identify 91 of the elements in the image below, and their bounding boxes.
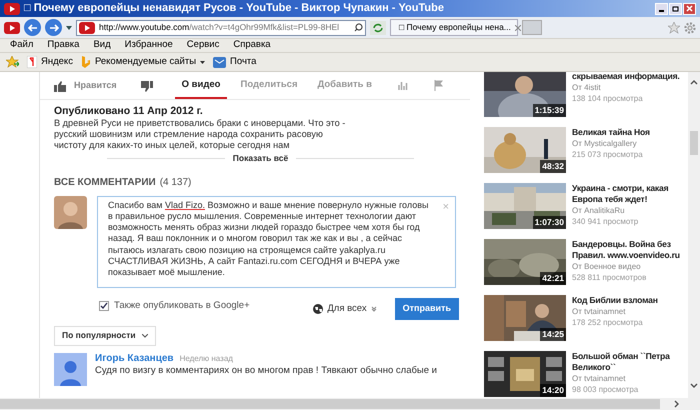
video-views: 178 252 просмотра xyxy=(572,317,644,328)
menu-item[interactable]: Файл xyxy=(10,38,34,53)
back-button[interactable] xyxy=(24,19,41,36)
comment-text: Судя по визгу в комментариях он во многом прав ! Тявкают обычно слабые и xyxy=(95,364,437,377)
chevron-icon xyxy=(142,334,148,338)
menu-item[interactable]: Сервис xyxy=(186,38,220,53)
video-duration: 14:25 xyxy=(540,328,566,341)
video-views: 138 104 просмотра xyxy=(572,93,644,104)
video-title[interactable]: Украина - смотри, какая Европа тебя ждет! xyxy=(572,183,686,205)
search-icon[interactable] xyxy=(354,23,363,32)
share-label: Также опубликовать в Google+ xyxy=(114,298,250,313)
video-views: 528 811 просмотров xyxy=(572,272,648,283)
video-duration: 48:32 xyxy=(540,160,566,173)
published-date: Опубликовано 11 Апр 2012 г. xyxy=(54,105,204,118)
restore-button[interactable] xyxy=(669,2,682,14)
scrollbar-thumb[interactable] xyxy=(690,131,698,155)
video-views: 215 073 просмотра xyxy=(572,149,644,160)
video-title[interactable]: Большой обман ``Петра Великого`` xyxy=(572,351,686,373)
video-channel: От 4istit xyxy=(572,82,602,93)
settings-icon[interactable] xyxy=(684,22,696,34)
close-icon xyxy=(686,5,693,12)
video-channel: От AnalitikaRu xyxy=(572,205,626,216)
video-description: В древней Руси не приветствовались браки с иноверцами. Что это - русский шовинизм или стремление народа сохранить расовую чистоту для каких-то иных целей, которые сегодня нам xyxy=(54,118,346,151)
yandex-icon xyxy=(27,56,37,68)
menu-item[interactable]: Вид xyxy=(93,38,111,53)
check-icon xyxy=(100,302,108,310)
favorites-star-icon[interactable] xyxy=(6,56,19,68)
vertical-scrollbar[interactable] xyxy=(688,72,700,398)
address-text: http://www.youtube.com/watch?v=t4gOhr99Mfk&list=PL99-8HEl xyxy=(99,21,340,34)
caret-icon[interactable] xyxy=(66,26,72,30)
show-all-link[interactable]: Показать всё xyxy=(232,152,288,165)
globe-icon[interactable] xyxy=(313,304,324,314)
horizontal-scrollbar[interactable] xyxy=(0,398,700,410)
video-title[interactable]: Бандеровцы. Война без Правил. www.voenvideo.ru xyxy=(572,239,686,261)
menu-item[interactable]: Правка xyxy=(47,38,80,53)
comment-input-text: Спасибо вам Vlad Fizo. Возможно и ваше мнение повернуло нужные головы в правильное русло мышления. Современные интернет технологии дают возможность менять образ жизни людей гораздо быстрее чем хотя бы год назад. Я ваш поклонник и о многом говорил так же как и вы , а сейчас пытаюсь излагать свою позицию на строящемся сайте yakaplya.ru СЧАСТЛИВАЯ ЖИЗНЬ, А сайт Fantazi.ru.com СЕГОДНЯ и ВЧЕРА уже показывает моё мышление. xyxy=(108,200,430,278)
user-avatar xyxy=(54,196,87,229)
close-icon[interactable] xyxy=(514,24,521,30)
video-channel: От Военное видео xyxy=(572,261,642,272)
youtube-icon xyxy=(4,2,20,14)
menu-item[interactable]: Справка xyxy=(233,38,271,53)
star-icon[interactable] xyxy=(668,22,680,34)
share-checkbox[interactable] xyxy=(99,300,109,311)
minimize-button[interactable] xyxy=(655,2,668,14)
youtube-icon xyxy=(4,22,20,34)
video-title[interactable]: скрываемая информация. xyxy=(572,72,686,82)
video-channel: От tvtainamnet xyxy=(572,373,626,384)
caret-icon[interactable] xyxy=(200,60,206,64)
video-title[interactable]: Великая тайна Ноя xyxy=(572,127,686,138)
tab-title: □ Почему европейцы нена... xyxy=(399,21,511,34)
youtube-icon xyxy=(79,22,95,34)
thumbs-up-icon[interactable] xyxy=(54,80,66,92)
window-title: □ Почему европейцы ненавидят Русов - YouTube - Виктор Чупакин - YouTube xyxy=(24,1,444,16)
privacy-selector[interactable]: Для всех xyxy=(327,302,367,316)
user-avatar xyxy=(54,352,87,386)
mail-icon xyxy=(213,56,226,68)
comment-input[interactable] xyxy=(97,196,456,288)
flag-icon xyxy=(434,80,443,90)
bar-chart-icon xyxy=(398,80,408,90)
restore-icon xyxy=(672,5,679,12)
close-button[interactable] xyxy=(683,2,696,14)
forward-button[interactable] xyxy=(45,19,62,36)
video-duration: 42:21 xyxy=(540,272,566,285)
video-channel: От tvtainamnet xyxy=(572,306,626,317)
right-arrow-icon xyxy=(48,24,58,32)
video-tab[interactable]: О видео xyxy=(174,73,228,99)
menu-item[interactable]: Избранное xyxy=(124,38,173,53)
sort-dropdown[interactable]: По популярности xyxy=(54,326,156,346)
like-label[interactable]: Нравится xyxy=(74,79,117,93)
video-duration: 1:15:39 xyxy=(532,104,566,117)
bing-icon xyxy=(80,56,91,68)
refresh-icon[interactable] xyxy=(370,20,386,34)
video-title[interactable]: Код Библии взломан xyxy=(572,295,686,306)
thumbs-down-icon[interactable] xyxy=(140,80,153,92)
chevron-icon[interactable] xyxy=(370,306,377,312)
video-duration: 1:07:30 xyxy=(532,216,566,229)
favorites-link[interactable]: Рекомендуемые сайты xyxy=(94,54,196,70)
favorites-link[interactable]: Почта xyxy=(230,54,256,70)
video-channel: От Mysticalgallery xyxy=(572,138,638,149)
comments-heading: ВСЕ КОММЕНТАРИИ xyxy=(54,176,156,190)
submit-button[interactable]: Отправить xyxy=(394,298,459,320)
video-duration: 14:20 xyxy=(540,384,566,397)
browser-tab[interactable]: □ Почему европейцы нена... xyxy=(390,19,518,36)
address-field[interactable]: http://www.youtube.com/watch?v=t4gOhr99Mfk&list=PL99-8HEl xyxy=(76,20,366,36)
favorites-link[interactable]: Яндекс xyxy=(41,54,73,70)
video-views: 340 941 просмотр xyxy=(572,216,640,227)
left-arrow-icon xyxy=(28,24,38,32)
comments-count: (4 137) xyxy=(160,176,192,190)
video-views: 98 003 просмотра xyxy=(572,384,640,395)
comment-author[interactable]: Игорь Казанцев xyxy=(95,352,174,365)
comment-time: Неделю назад xyxy=(180,352,233,365)
